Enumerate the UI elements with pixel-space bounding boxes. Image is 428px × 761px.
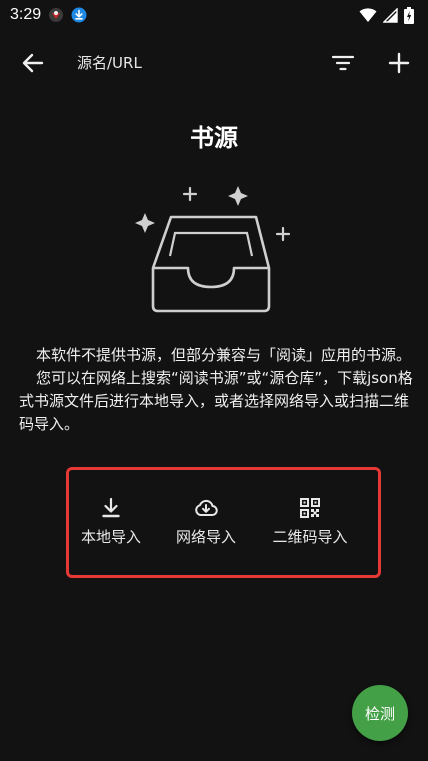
toolbar: 源名/URL: [0, 38, 428, 86]
search-title[interactable]: 源名/URL: [77, 52, 142, 73]
qr-import-button[interactable]: 二维码导入: [266, 496, 354, 547]
empty-inbox-icon: [135, 186, 291, 313]
signal-icon: [383, 7, 398, 23]
description-paragraph-1: 本软件不提供书源，但部分兼容与「阅读」应用的书源。: [36, 346, 412, 364]
add-icon[interactable]: [386, 50, 412, 76]
filter-icon[interactable]: [330, 50, 356, 76]
local-import-label: 本地导入: [80, 528, 141, 546]
cloud-download-icon: [195, 499, 218, 516]
battery-icon: [404, 6, 414, 24]
network-import-button[interactable]: 网络导入: [170, 496, 242, 547]
download-icon: [71, 7, 87, 23]
qr-code-icon: [300, 498, 320, 518]
screen: 3:29 源名/URL 书源 本软件不提供书源，但部分兼容与「阅读」应用的书源。…: [0, 0, 428, 761]
download-icon: [102, 497, 120, 518]
wifi-icon: [359, 8, 377, 22]
check-fab-button[interactable]: 检测: [352, 685, 408, 741]
back-arrow-icon[interactable]: [20, 50, 46, 76]
network-import-label: 网络导入: [175, 528, 236, 546]
notification-app-icon: [49, 8, 64, 22]
local-import-button[interactable]: 本地导入: [75, 496, 147, 547]
status-time: 3:29: [10, 6, 42, 23]
status-left: 3:29: [10, 6, 87, 24]
qr-import-label: 二维码导入: [272, 528, 348, 546]
status-bar: 3:29: [0, 0, 428, 30]
status-right: [359, 6, 414, 24]
empty-state-title: 书源: [190, 124, 238, 152]
description-paragraph-2: 您可以在网络上搜索“阅读书源”或“源仓库”，下载json格式书源文件后进行本地导…: [19, 369, 413, 433]
empty-state-description: 本软件不提供书源，但部分兼容与「阅读」应用的书源。 您可以在网络上搜索“阅读书源…: [19, 344, 415, 436]
